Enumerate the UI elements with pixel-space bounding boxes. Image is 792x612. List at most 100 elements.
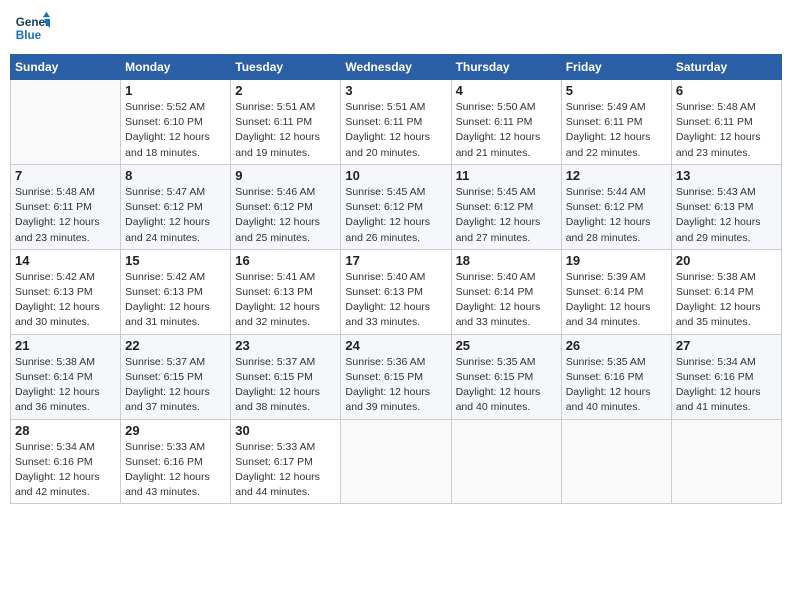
day-info: Sunrise: 5:35 AM Sunset: 6:15 PM Dayligh…	[456, 355, 557, 416]
day-number: 21	[15, 338, 116, 353]
calendar-cell: 24 Sunrise: 5:36 AM Sunset: 6:15 PM Dayli…	[341, 334, 451, 419]
day-number: 8	[125, 168, 226, 183]
day-info: Sunrise: 5:33 AM Sunset: 6:17 PM Dayligh…	[235, 440, 336, 501]
calendar-cell: 16 Sunrise: 5:41 AM Sunset: 6:13 PM Dayli…	[231, 249, 341, 334]
day-info: Sunrise: 5:48 AM Sunset: 6:11 PM Dayligh…	[15, 185, 116, 246]
day-number: 18	[456, 253, 557, 268]
calendar-cell: 13 Sunrise: 5:43 AM Sunset: 6:13 PM Dayli…	[671, 164, 781, 249]
day-header-friday: Friday	[561, 55, 671, 80]
day-number: 13	[676, 168, 777, 183]
day-info: Sunrise: 5:42 AM Sunset: 6:13 PM Dayligh…	[15, 270, 116, 331]
day-header-monday: Monday	[121, 55, 231, 80]
day-number: 15	[125, 253, 226, 268]
calendar-cell: 12 Sunrise: 5:44 AM Sunset: 6:12 PM Dayli…	[561, 164, 671, 249]
day-number: 11	[456, 168, 557, 183]
day-number: 4	[456, 83, 557, 98]
day-info: Sunrise: 5:47 AM Sunset: 6:12 PM Dayligh…	[125, 185, 226, 246]
day-info: Sunrise: 5:43 AM Sunset: 6:13 PM Dayligh…	[676, 185, 777, 246]
day-number: 2	[235, 83, 336, 98]
calendar-cell: 17 Sunrise: 5:40 AM Sunset: 6:13 PM Dayli…	[341, 249, 451, 334]
calendar-cell: 3 Sunrise: 5:51 AM Sunset: 6:11 PM Daylig…	[341, 80, 451, 165]
day-number: 17	[345, 253, 446, 268]
day-info: Sunrise: 5:44 AM Sunset: 6:12 PM Dayligh…	[566, 185, 667, 246]
day-number: 27	[676, 338, 777, 353]
day-number: 12	[566, 168, 667, 183]
day-number: 22	[125, 338, 226, 353]
day-info: Sunrise: 5:45 AM Sunset: 6:12 PM Dayligh…	[345, 185, 446, 246]
calendar-cell: 10 Sunrise: 5:45 AM Sunset: 6:12 PM Dayli…	[341, 164, 451, 249]
calendar-cell: 18 Sunrise: 5:40 AM Sunset: 6:14 PM Dayli…	[451, 249, 561, 334]
calendar-cell: 4 Sunrise: 5:50 AM Sunset: 6:11 PM Daylig…	[451, 80, 561, 165]
calendar-week-2: 7 Sunrise: 5:48 AM Sunset: 6:11 PM Daylig…	[11, 164, 782, 249]
day-info: Sunrise: 5:48 AM Sunset: 6:11 PM Dayligh…	[676, 100, 777, 161]
calendar-cell	[451, 419, 561, 504]
calendar-week-3: 14 Sunrise: 5:42 AM Sunset: 6:13 PM Dayli…	[11, 249, 782, 334]
day-info: Sunrise: 5:39 AM Sunset: 6:14 PM Dayligh…	[566, 270, 667, 331]
calendar-cell: 19 Sunrise: 5:39 AM Sunset: 6:14 PM Dayli…	[561, 249, 671, 334]
day-number: 16	[235, 253, 336, 268]
day-info: Sunrise: 5:40 AM Sunset: 6:14 PM Dayligh…	[456, 270, 557, 331]
page-header: General Blue	[10, 10, 782, 46]
day-info: Sunrise: 5:38 AM Sunset: 6:14 PM Dayligh…	[15, 355, 116, 416]
day-info: Sunrise: 5:46 AM Sunset: 6:12 PM Dayligh…	[235, 185, 336, 246]
calendar-cell: 25 Sunrise: 5:35 AM Sunset: 6:15 PM Dayli…	[451, 334, 561, 419]
calendar-cell: 1Sunrise: 5:52 AM Sunset: 6:10 PM Daylig…	[121, 80, 231, 165]
day-info: Sunrise: 5:40 AM Sunset: 6:13 PM Dayligh…	[345, 270, 446, 331]
day-number: 7	[15, 168, 116, 183]
day-number: 14	[15, 253, 116, 268]
day-info: Sunrise: 5:37 AM Sunset: 6:15 PM Dayligh…	[235, 355, 336, 416]
day-info: Sunrise: 5:36 AM Sunset: 6:15 PM Dayligh…	[345, 355, 446, 416]
day-info: Sunrise: 5:38 AM Sunset: 6:14 PM Dayligh…	[676, 270, 777, 331]
day-number: 23	[235, 338, 336, 353]
calendar-header-row: SundayMondayTuesdayWednesdayThursdayFrid…	[11, 55, 782, 80]
day-number: 6	[676, 83, 777, 98]
calendar-cell: 23 Sunrise: 5:37 AM Sunset: 6:15 PM Dayli…	[231, 334, 341, 419]
day-info: Sunrise: 5:42 AM Sunset: 6:13 PM Dayligh…	[125, 270, 226, 331]
day-number: 10	[345, 168, 446, 183]
day-number: 30	[235, 423, 336, 438]
day-header-wednesday: Wednesday	[341, 55, 451, 80]
day-number: 5	[566, 83, 667, 98]
day-number: 24	[345, 338, 446, 353]
calendar-cell: 7 Sunrise: 5:48 AM Sunset: 6:11 PM Daylig…	[11, 164, 121, 249]
calendar-table: SundayMondayTuesdayWednesdayThursdayFrid…	[10, 54, 782, 504]
calendar-cell: 30 Sunrise: 5:33 AM Sunset: 6:17 PM Dayli…	[231, 419, 341, 504]
day-number: 9	[235, 168, 336, 183]
calendar-cell: 20 Sunrise: 5:38 AM Sunset: 6:14 PM Dayli…	[671, 249, 781, 334]
day-info: Sunrise: 5:49 AM Sunset: 6:11 PM Dayligh…	[566, 100, 667, 161]
day-header-tuesday: Tuesday	[231, 55, 341, 80]
day-info: Sunrise: 5:34 AM Sunset: 6:16 PM Dayligh…	[676, 355, 777, 416]
day-info: Sunrise: 5:52 AM Sunset: 6:10 PM Dayligh…	[125, 100, 226, 161]
calendar-cell: 11 Sunrise: 5:45 AM Sunset: 6:12 PM Dayli…	[451, 164, 561, 249]
calendar-cell: 9 Sunrise: 5:46 AM Sunset: 6:12 PM Daylig…	[231, 164, 341, 249]
calendar-cell: 29Sunrise: 5:33 AM Sunset: 6:16 PM Dayli…	[121, 419, 231, 504]
day-number: 28	[15, 423, 116, 438]
calendar-cell	[341, 419, 451, 504]
calendar-cell: 26Sunrise: 5:35 AM Sunset: 6:16 PM Dayli…	[561, 334, 671, 419]
day-number: 19	[566, 253, 667, 268]
calendar-cell: 28Sunrise: 5:34 AM Sunset: 6:16 PM Dayli…	[11, 419, 121, 504]
calendar-cell	[11, 80, 121, 165]
calendar-cell: 22 Sunrise: 5:37 AM Sunset: 6:15 PM Dayli…	[121, 334, 231, 419]
day-number: 29	[125, 423, 226, 438]
calendar-cell: 15 Sunrise: 5:42 AM Sunset: 6:13 PM Dayli…	[121, 249, 231, 334]
day-number: 25	[456, 338, 557, 353]
day-header-sunday: Sunday	[11, 55, 121, 80]
calendar-week-1: 1Sunrise: 5:52 AM Sunset: 6:10 PM Daylig…	[11, 80, 782, 165]
calendar-cell	[671, 419, 781, 504]
day-number: 20	[676, 253, 777, 268]
day-info: Sunrise: 5:45 AM Sunset: 6:12 PM Dayligh…	[456, 185, 557, 246]
day-info: Sunrise: 5:37 AM Sunset: 6:15 PM Dayligh…	[125, 355, 226, 416]
day-info: Sunrise: 5:51 AM Sunset: 6:11 PM Dayligh…	[235, 100, 336, 161]
calendar-cell: 21 Sunrise: 5:38 AM Sunset: 6:14 PM Dayli…	[11, 334, 121, 419]
calendar-cell: 14 Sunrise: 5:42 AM Sunset: 6:13 PM Dayli…	[11, 249, 121, 334]
day-header-thursday: Thursday	[451, 55, 561, 80]
day-info: Sunrise: 5:50 AM Sunset: 6:11 PM Dayligh…	[456, 100, 557, 161]
logo: General Blue	[14, 10, 50, 46]
day-info: Sunrise: 5:41 AM Sunset: 6:13 PM Dayligh…	[235, 270, 336, 331]
calendar-week-4: 21 Sunrise: 5:38 AM Sunset: 6:14 PM Dayli…	[11, 334, 782, 419]
calendar-cell: 6 Sunrise: 5:48 AM Sunset: 6:11 PM Daylig…	[671, 80, 781, 165]
day-number: 3	[345, 83, 446, 98]
day-header-saturday: Saturday	[671, 55, 781, 80]
day-info: Sunrise: 5:51 AM Sunset: 6:11 PM Dayligh…	[345, 100, 446, 161]
